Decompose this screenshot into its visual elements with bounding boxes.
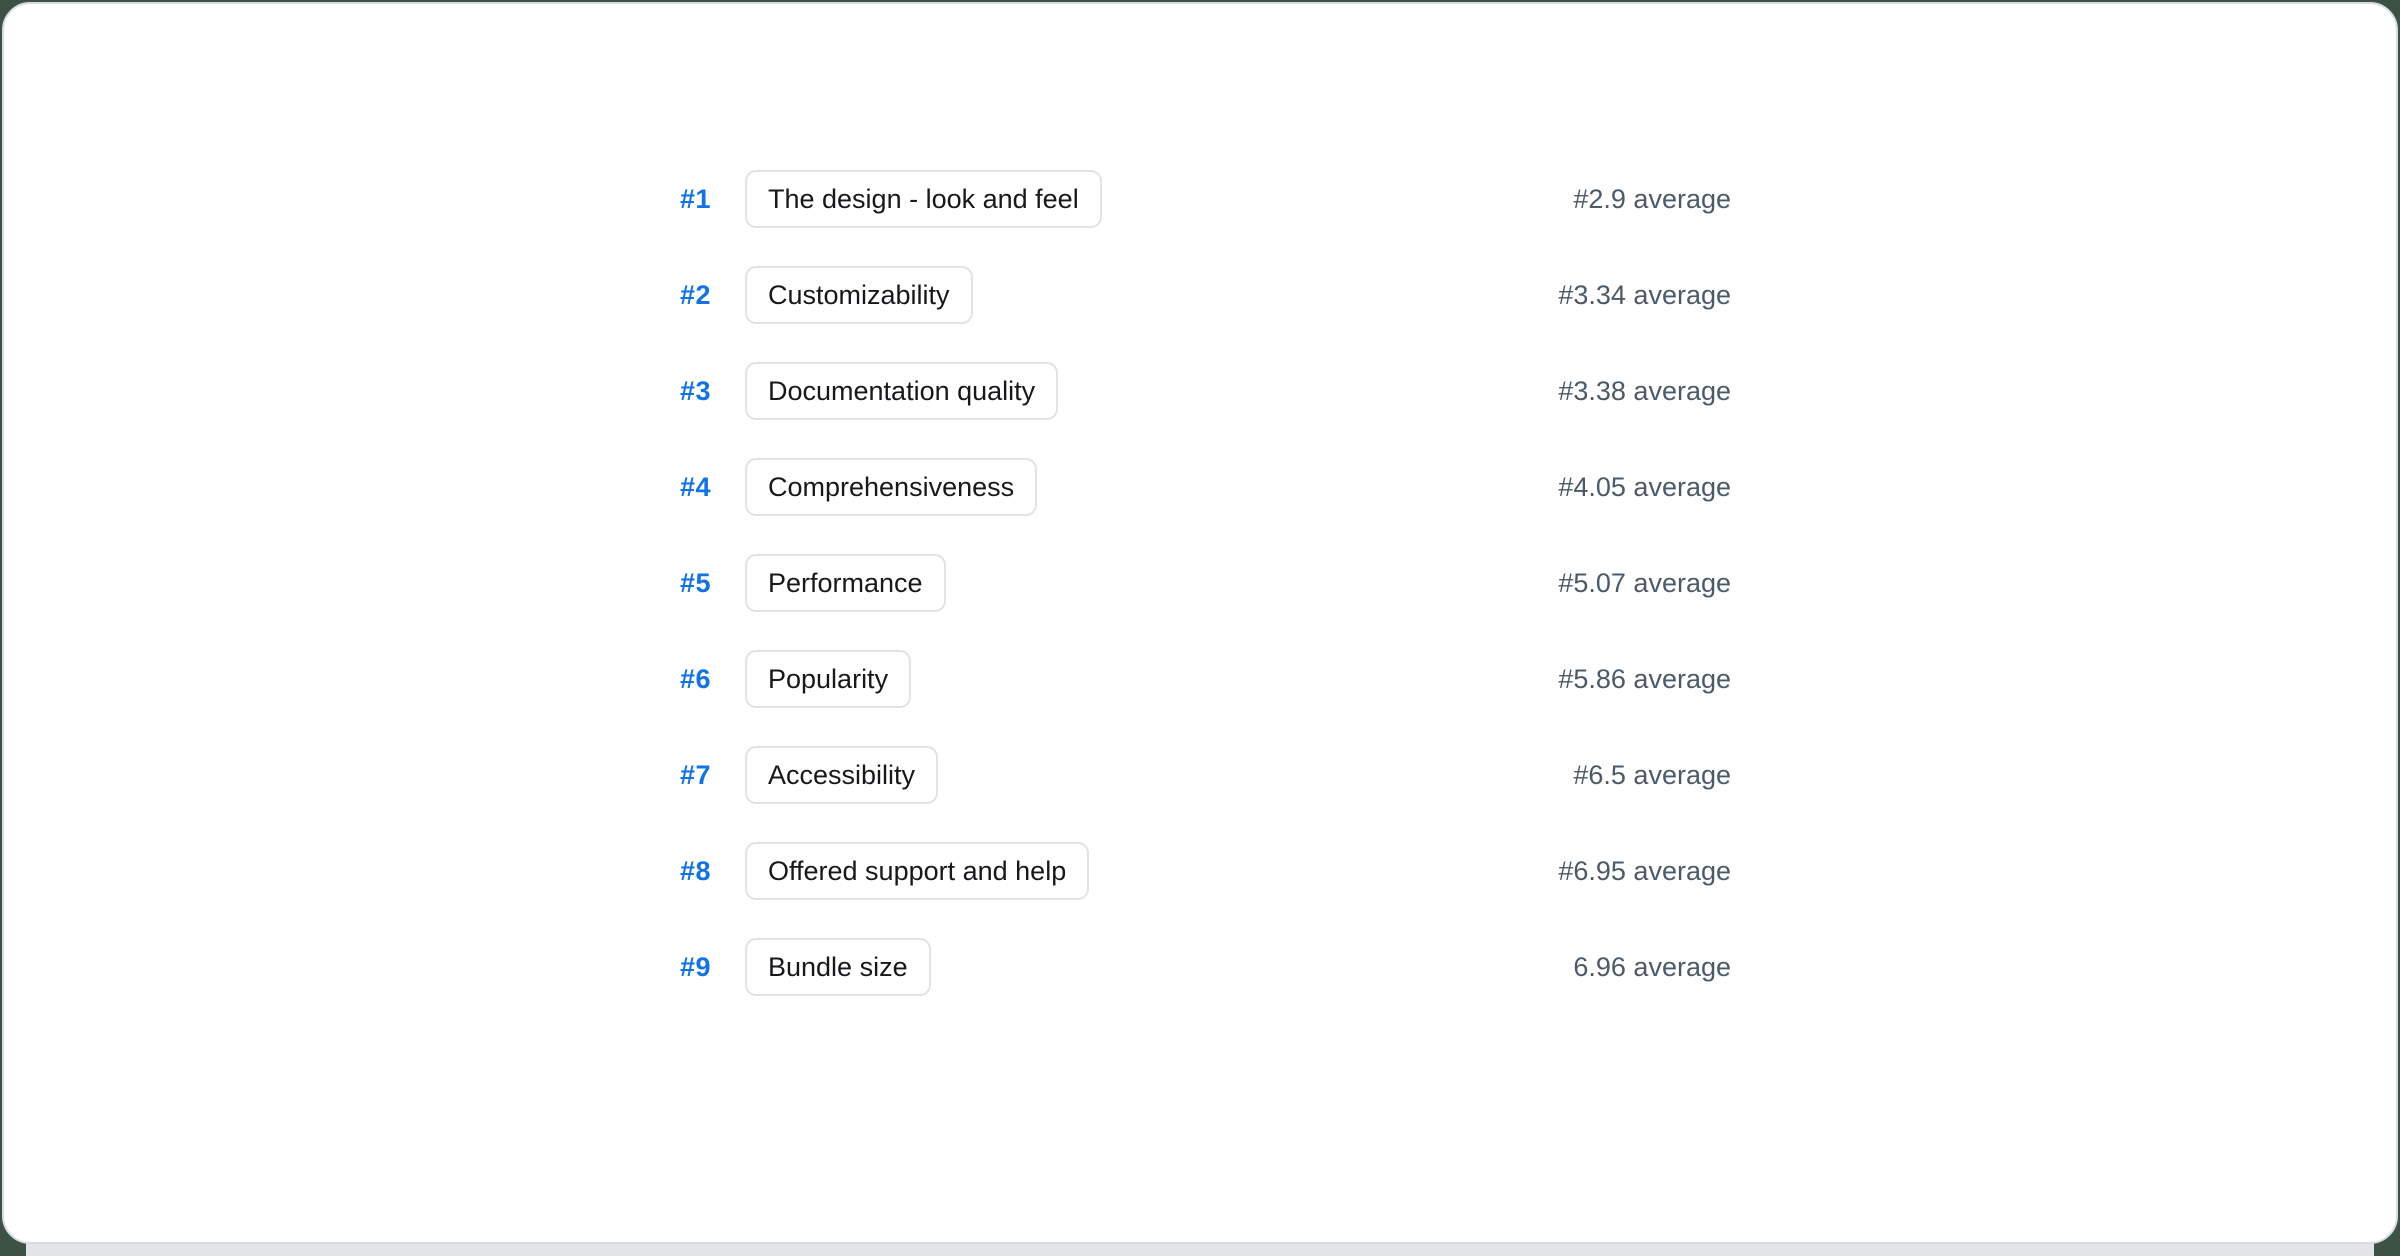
results-card: #1 The design - look and feel #2.9 avera… (2, 2, 2398, 1244)
category-pill[interactable]: Bundle size (745, 938, 931, 996)
average-value: #6.5 average (1573, 760, 1731, 791)
category-pill[interactable]: The design - look and feel (745, 170, 1102, 228)
average-value: #2.9 average (1573, 184, 1731, 215)
category-pill[interactable]: Performance (745, 554, 946, 612)
ranking-row: #3 Documentation quality #3.38 average (669, 343, 1731, 439)
rank-number: #6 (669, 664, 711, 695)
rank-number: #7 (669, 760, 711, 791)
ranking-list: #1 The design - look and feel #2.9 avera… (669, 4, 1731, 1015)
category-pill[interactable]: Accessibility (745, 746, 938, 804)
category-pill[interactable]: Comprehensiveness (745, 458, 1037, 516)
bottom-strip (26, 1242, 2374, 1256)
category-pill[interactable]: Offered support and help (745, 842, 1089, 900)
average-value: #6.95 average (1558, 856, 1731, 887)
average-value: 6.96 average (1573, 952, 1731, 983)
rank-number: #3 (669, 376, 711, 407)
average-value: #5.86 average (1558, 664, 1731, 695)
ranking-row: #5 Performance #5.07 average (669, 535, 1731, 631)
rank-number: #9 (669, 952, 711, 983)
ranking-row: #8 Offered support and help #6.95 averag… (669, 823, 1731, 919)
ranking-row: #1 The design - look and feel #2.9 avera… (669, 151, 1731, 247)
rank-number: #5 (669, 568, 711, 599)
average-value: #3.34 average (1558, 280, 1731, 311)
rank-number: #1 (669, 184, 711, 215)
ranking-row: #9 Bundle size 6.96 average (669, 919, 1731, 1015)
ranking-row: #2 Customizability #3.34 average (669, 247, 1731, 343)
rank-number: #8 (669, 856, 711, 887)
category-pill[interactable]: Documentation quality (745, 362, 1058, 420)
ranking-row: #7 Accessibility #6.5 average (669, 727, 1731, 823)
ranking-row: #6 Popularity #5.86 average (669, 631, 1731, 727)
category-pill[interactable]: Customizability (745, 266, 973, 324)
screen-background: #1 The design - look and feel #2.9 avera… (0, 0, 2400, 1256)
category-pill[interactable]: Popularity (745, 650, 911, 708)
rank-number: #4 (669, 472, 711, 503)
ranking-row: #4 Comprehensiveness #4.05 average (669, 439, 1731, 535)
rank-number: #2 (669, 280, 711, 311)
average-value: #3.38 average (1558, 376, 1731, 407)
average-value: #5.07 average (1558, 568, 1731, 599)
average-value: #4.05 average (1558, 472, 1731, 503)
